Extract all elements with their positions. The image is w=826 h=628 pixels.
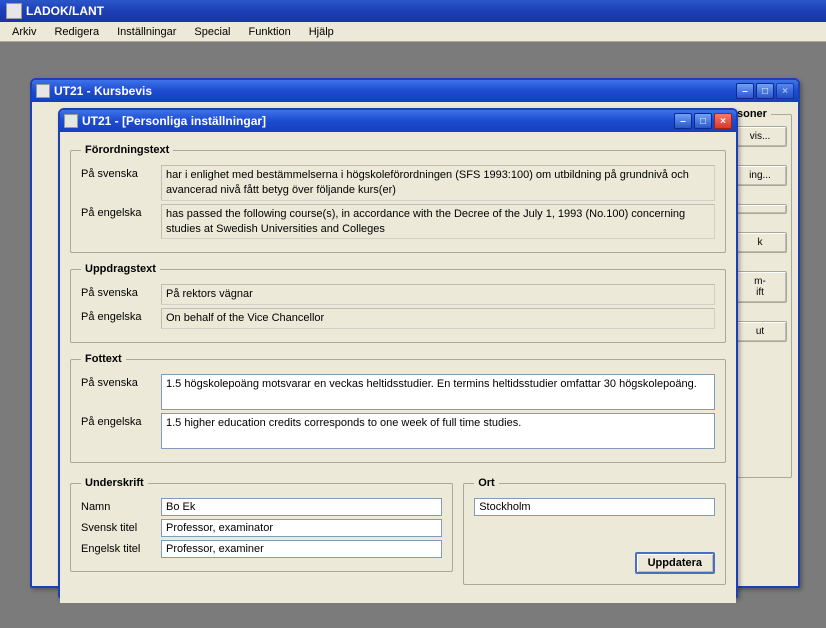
window-settings-title: UT21 - [Personliga inställningar] [82, 114, 266, 128]
maximize-button[interactable]: □ [694, 113, 712, 129]
window-icon [36, 84, 50, 98]
underskrift-name-label: Namn [81, 498, 161, 513]
maximize-button[interactable]: □ [756, 83, 774, 99]
uppdrag-en-value: On behalf of the Vice Chancellor [161, 308, 715, 329]
menu-funktion[interactable]: Funktion [241, 24, 299, 40]
window-kursbevis-titlebar[interactable]: UT21 - Kursbevis – □ × [32, 80, 798, 102]
underskrift-name-input[interactable] [161, 498, 442, 516]
uppdragstext-legend: Uppdragstext [81, 263, 160, 275]
menu-special[interactable]: Special [186, 24, 238, 40]
minimize-button[interactable]: – [736, 83, 754, 99]
window-settings: UT21 - [Personliga inställningar] – □ × … [58, 108, 738, 598]
underskrift-entitle-label: Engelsk titel [81, 540, 161, 555]
forord-sv-label: På svenska [81, 165, 161, 180]
fottext-legend: Fottext [81, 353, 126, 365]
menu-hjalp[interactable]: Hjälp [301, 24, 342, 40]
workspace: UT21 - Kursbevis – □ × soner vis... ing.… [0, 42, 826, 628]
close-button: × [776, 83, 794, 99]
menubar: Arkiv Redigera Inställningar Special Fun… [0, 22, 826, 42]
fottext-sv-input[interactable] [161, 374, 715, 410]
soner-legend: soner [733, 108, 771, 120]
underskrift-svtitle-label: Svensk titel [81, 519, 161, 534]
forordningstext-legend: Förordningstext [81, 144, 173, 156]
window-icon [64, 114, 78, 128]
fottext-group: Fottext På svenska På engelska [70, 353, 726, 463]
underskrift-entitle-input[interactable] [161, 540, 442, 558]
side-button-3[interactable] [733, 204, 787, 214]
underskrift-svtitle-input[interactable] [161, 519, 442, 537]
close-button[interactable]: × [714, 113, 732, 129]
update-button[interactable]: Uppdatera [635, 552, 715, 574]
app-titlebar: LADOK/LANT [0, 0, 826, 22]
side-button-6[interactable]: ut [733, 321, 787, 342]
uppdrag-sv-value: På rektors vägnar [161, 284, 715, 305]
app-icon [6, 3, 22, 19]
underskrift-group: Underskrift Namn Svensk titel Engelsk ti… [70, 477, 453, 572]
minimize-button[interactable]: – [674, 113, 692, 129]
forord-en-label: På engelska [81, 204, 161, 219]
uppdrag-en-label: På engelska [81, 308, 161, 323]
uppdrag-sv-label: På svenska [81, 284, 161, 299]
fottext-en-input[interactable] [161, 413, 715, 449]
underskrift-legend: Underskrift [81, 477, 148, 489]
fottext-sv-label: På svenska [81, 374, 161, 389]
fottext-en-label: På engelska [81, 413, 161, 428]
forordningstext-group: Förordningstext På svenska har i enlighe… [70, 144, 726, 253]
forord-sv-value: har i enlighet med bestämmelserna i högs… [161, 165, 715, 201]
side-button-4[interactable]: k [733, 232, 787, 253]
menu-arkiv[interactable]: Arkiv [4, 24, 44, 40]
menu-installningar[interactable]: Inställningar [109, 24, 184, 40]
forord-en-value: has passed the following course(s), in a… [161, 204, 715, 240]
side-button-5[interactable]: m- ift [733, 271, 787, 303]
side-button-1[interactable]: vis... [733, 126, 787, 147]
ort-legend: Ort [474, 477, 499, 489]
ort-group: Ort Uppdatera [463, 477, 726, 585]
menu-redigera[interactable]: Redigera [46, 24, 107, 40]
ort-input[interactable] [474, 498, 715, 516]
uppdragstext-group: Uppdragstext På svenska På rektors vägna… [70, 263, 726, 343]
side-button-2[interactable]: ing... [733, 165, 787, 186]
app-title: LADOK/LANT [26, 4, 104, 18]
window-kursbevis-title: UT21 - Kursbevis [54, 84, 152, 98]
window-settings-titlebar[interactable]: UT21 - [Personliga inställningar] – □ × [60, 110, 736, 132]
